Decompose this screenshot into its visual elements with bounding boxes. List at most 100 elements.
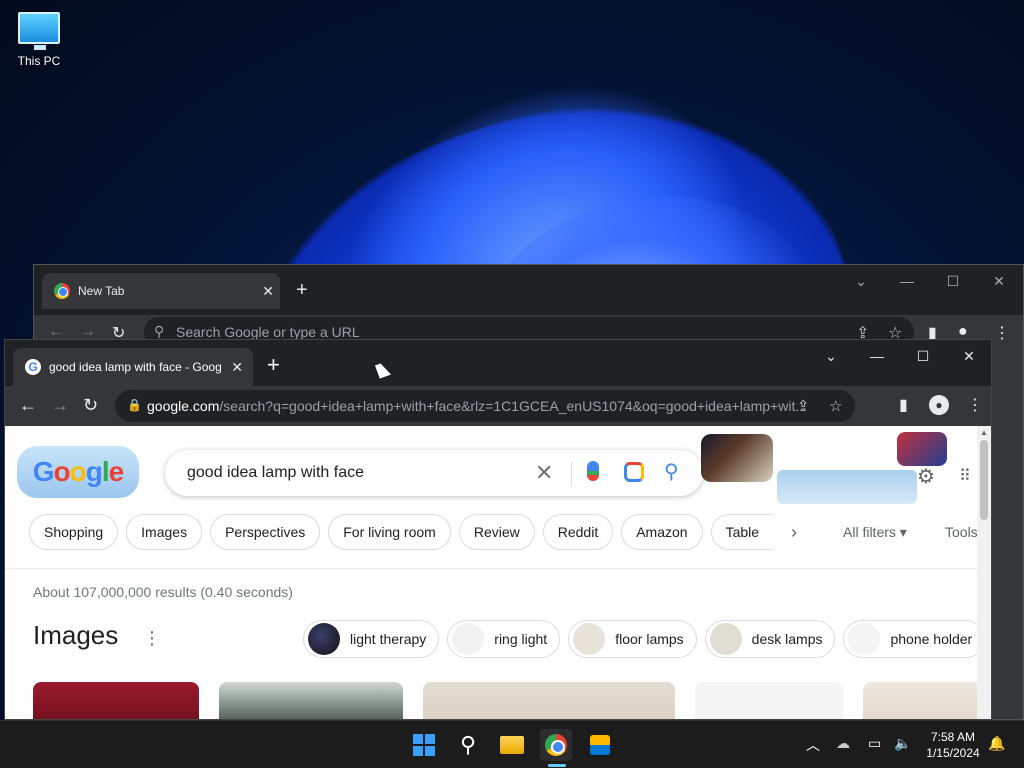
image-chip-label: desk lamps (751, 631, 823, 647)
voice-search-icon[interactable] (587, 461, 599, 481)
bookmark-star-icon[interactable]: ☆ (829, 397, 842, 415)
clock[interactable]: 7:58 AM 1/15/2024 (920, 729, 986, 761)
doodle-artwork (897, 432, 947, 466)
search-icon: ⚲ (154, 323, 165, 339)
image-result[interactable] (33, 682, 199, 719)
minimize-button[interactable]: — (854, 340, 900, 372)
image-result[interactable] (695, 682, 843, 719)
notification-bell-icon[interactable]: 🔔 (988, 735, 1005, 752)
clock-date: 1/15/2024 (926, 746, 980, 760)
thumbnail-image (573, 623, 606, 655)
network-icon[interactable]: ▭ (868, 735, 881, 752)
tab-search-icon[interactable]: ⌄ (838, 265, 884, 297)
start-icon (413, 734, 435, 756)
chip-shopping[interactable]: Shopping (29, 514, 119, 550)
share-icon[interactable]: ⇪ (797, 397, 810, 415)
close-window-button[interactable]: ✕ (976, 265, 1022, 297)
google-apps-icon[interactable]: ⠿ (959, 466, 971, 486)
file-explorer-button[interactable] (496, 729, 528, 761)
chevron-right-icon[interactable]: › (791, 522, 797, 543)
search-button[interactable]: ⚲ (452, 729, 484, 761)
chip-perspectives[interactable]: Perspectives (210, 514, 321, 550)
search-input[interactable]: good idea lamp with face ✕ ⚲ (165, 450, 703, 496)
close-tab-icon[interactable]: ✕ (231, 359, 243, 376)
profile-icon[interactable]: ● (929, 395, 949, 415)
thumbnail-image (308, 623, 340, 655)
chrome-taskbar-button[interactable] (540, 729, 572, 761)
volume-muted-icon[interactable]: 🔈 (894, 735, 911, 752)
image-chip-light-therapy[interactable]: light therapy (303, 620, 440, 658)
filter-chips: Shopping Images Perspectives For living … (29, 514, 774, 550)
google-results-page: Google good idea lamp with face ✕ ⚲ ⚙ ⠿ … (5, 426, 977, 719)
scrollbar[interactable]: ▲ (977, 426, 991, 719)
doodle-artwork (701, 434, 773, 482)
new-tab-button[interactable]: + (267, 352, 280, 378)
forward-icon[interactable]: → (51, 395, 69, 416)
menu-icon[interactable]: ⋮ (994, 323, 1010, 343)
clock-time: 7:58 AM (930, 730, 976, 744)
all-filters-label: All filters (843, 524, 896, 540)
image-chip-ring-light[interactable]: ring light (447, 620, 561, 658)
maximize-button[interactable]: ☐ (900, 340, 946, 372)
search-icon[interactable]: ⚲ (664, 459, 679, 484)
google-doodle-logo[interactable]: Google (17, 446, 139, 498)
image-chip-floor-lamps[interactable]: floor lamps (568, 620, 697, 658)
tab-strip: New Tab ✕ + ⌄ — ☐ ✕ (34, 265, 1023, 315)
close-window-button[interactable]: ✕ (946, 340, 991, 372)
onedrive-icon[interactable]: ☁ (836, 735, 850, 752)
back-icon[interactable]: ← (19, 395, 37, 416)
start-button[interactable] (408, 729, 440, 761)
tab-google-search[interactable]: G good idea lamp with face - Goog ✕ (13, 348, 253, 386)
show-hidden-icons-chevron-icon[interactable]: ︿ (806, 735, 820, 755)
desktop-icon-this-pc[interactable]: This PC (10, 8, 68, 68)
divider (571, 462, 572, 486)
chrome-icon (545, 734, 567, 756)
lock-icon[interactable]: 🔒 (127, 398, 142, 412)
menu-icon[interactable]: ⋮ (967, 395, 983, 415)
image-chip-label: ring light (494, 631, 548, 647)
search-query: good idea lamp with face (187, 464, 364, 481)
image-chip-label: phone holder (890, 631, 973, 647)
doodle-artwork (777, 470, 917, 504)
chip-amazon[interactable]: Amazon (621, 514, 703, 550)
chip-table[interactable]: Table (710, 514, 774, 550)
thumbnail-image (848, 623, 881, 655)
minimize-button[interactable]: — (884, 265, 930, 297)
scrollbar-thumb[interactable] (980, 440, 988, 520)
active-indicator (548, 764, 566, 767)
tools-button[interactable]: Tools (945, 524, 977, 540)
google-favicon-icon: G (25, 359, 41, 375)
all-filters-button[interactable]: All filters ▾ (843, 524, 907, 541)
image-result[interactable] (423, 682, 675, 719)
toolbar: ← → ↻ 🔒 google.com/search?q=good+idea+la… (5, 386, 991, 426)
chip-for-living-room[interactable]: For living room (328, 514, 451, 550)
image-chip-phone-holder[interactable]: phone holder (843, 620, 977, 658)
image-chip-desk-lamps[interactable]: desk lamps (704, 620, 836, 658)
maximize-button[interactable]: ☐ (930, 265, 976, 297)
google-lens-icon[interactable] (624, 462, 644, 482)
tab-title: New Tab (78, 284, 125, 298)
image-result[interactable] (863, 682, 977, 719)
image-result[interactable] (219, 682, 403, 719)
this-pc-icon (18, 12, 60, 50)
reload-icon[interactable]: ↻ (83, 395, 98, 416)
desktop-icon-label: This PC (17, 54, 61, 68)
chip-images[interactable]: Images (126, 514, 203, 550)
new-tab-button[interactable]: + (296, 279, 308, 302)
scroll-up-icon[interactable]: ▲ (980, 428, 988, 437)
tab-search-icon[interactable]: ⌄ (808, 340, 854, 372)
tab-new-tab[interactable]: New Tab ✕ (42, 273, 280, 309)
settings-gear-icon[interactable]: ⚙ (917, 464, 935, 489)
close-tab-icon[interactable]: ✕ (262, 283, 274, 300)
side-panel-icon[interactable]: ▮ (899, 395, 908, 415)
chip-reddit[interactable]: Reddit (542, 514, 614, 550)
chrome-window-foreground[interactable]: G good idea lamp with face - Goog ✕ + ⌄ … (4, 339, 992, 720)
more-options-icon[interactable]: ⋮ (143, 628, 161, 649)
microsoft-store-button[interactable] (584, 729, 616, 761)
chip-review[interactable]: Review (458, 514, 535, 550)
file-explorer-icon (500, 736, 524, 754)
tab-strip: G good idea lamp with face - Goog ✕ + ⌄ … (5, 340, 991, 386)
image-chip-label: floor lamps (615, 631, 684, 647)
clear-search-icon[interactable]: ✕ (535, 460, 553, 486)
omnibox[interactable]: 🔒 google.com/search?q=good+idea+lamp+wit… (115, 390, 855, 422)
